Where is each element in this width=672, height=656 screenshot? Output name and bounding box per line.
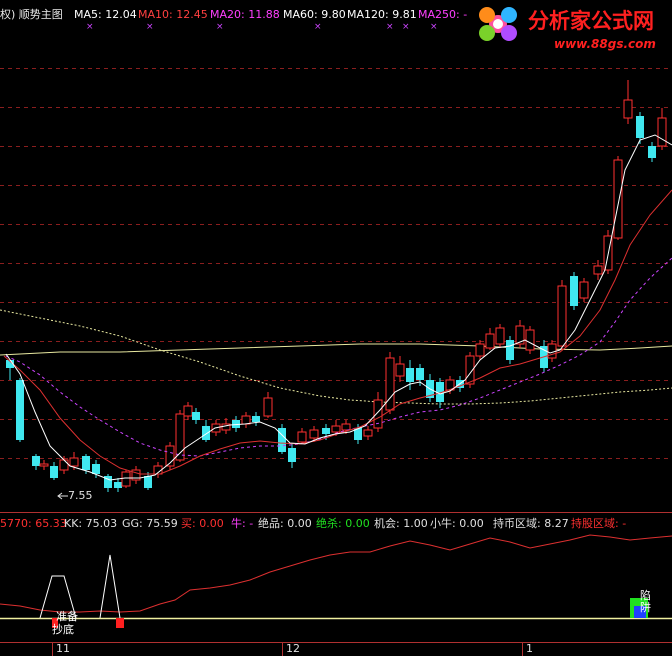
candle-body — [32, 456, 40, 466]
candle-body — [202, 426, 210, 440]
header-marker: × — [216, 22, 224, 32]
sub-indicator-curve — [0, 534, 672, 613]
candle-body — [121, 471, 131, 487]
candle-body — [59, 459, 69, 471]
candle-body — [16, 380, 24, 440]
low-price-label: 7.55 — [68, 489, 93, 502]
flower-icon — [479, 7, 517, 41]
main-header-item: 权) 顺势主图 — [0, 8, 63, 21]
sub-header-item: 小牛: 0.00 — [430, 517, 484, 530]
candle-body — [657, 117, 667, 147]
time-axis-label-2: 12 — [286, 642, 300, 655]
ma60-line — [0, 309, 672, 405]
candle-body — [547, 343, 557, 359]
sub-header-item: 买: 0.00 — [181, 517, 224, 530]
sub-header-item: 牛: - — [231, 517, 254, 530]
candle-body — [475, 343, 485, 357]
candle-body — [406, 368, 414, 382]
candle-body — [69, 457, 79, 467]
ma120-line — [0, 343, 672, 356]
candle-body — [363, 429, 373, 437]
candle-body — [579, 281, 589, 299]
sub-header-item: GG: 75.59 — [122, 517, 178, 530]
logo-title: 分析家公式网 — [528, 9, 654, 33]
sub-header-item: 绝品: 0.00 — [258, 517, 312, 530]
candle-body — [322, 428, 330, 434]
sub-header-item: KK: 75.03 — [64, 517, 118, 530]
sub-header-item: 绝杀: 0.00 — [316, 517, 370, 530]
logo-url: www.88gs.com — [554, 37, 656, 51]
candle-body — [114, 482, 122, 488]
candle-body — [648, 146, 656, 158]
sub-header-item: 持币区域: 8.27 — [493, 517, 569, 530]
candle-body — [252, 416, 260, 422]
candle-body — [309, 429, 319, 439]
candle-body — [623, 99, 633, 119]
candle-body — [183, 405, 193, 417]
header-marker: × — [314, 22, 322, 32]
sub-header-item: 5770: 65.33 — [0, 517, 67, 530]
signal-label-zhunbei: 准备 — [56, 610, 78, 623]
candle-body — [570, 276, 578, 306]
candle-body — [82, 456, 90, 470]
candle-body — [395, 363, 405, 377]
sub-header-item: 持股区域: - — [571, 517, 627, 530]
candle-body — [331, 425, 341, 433]
candle-body — [192, 412, 200, 420]
candle-body — [557, 285, 567, 347]
candle-body — [144, 476, 152, 488]
candle-body — [263, 397, 273, 417]
candle-body — [297, 431, 307, 443]
candle-body — [92, 464, 100, 474]
time-axis-label-1: 11 — [56, 642, 70, 655]
chart-stage — [0, 68, 672, 656]
sub-header-item: 机会: 1.00 — [374, 517, 428, 530]
candle-body — [50, 466, 58, 478]
signal-bar-red-2 — [116, 618, 124, 628]
candle-body — [241, 415, 251, 425]
main-header-item: MA250: - — [418, 8, 468, 21]
header-marker: × — [430, 22, 438, 32]
time-axis-label-3: 1 — [526, 642, 533, 655]
site-logo: 分析家公式网 www.88gs.com — [479, 7, 656, 51]
candle-body — [385, 357, 395, 411]
candle-body — [485, 333, 495, 349]
candle-body — [506, 340, 514, 360]
candle-body — [341, 423, 351, 431]
signal-label-chaodi: 抄底 — [52, 623, 74, 636]
candle-body — [593, 265, 603, 275]
candle-body — [525, 329, 535, 351]
candle-body — [636, 116, 644, 138]
header-marker: × — [86, 22, 94, 32]
header-marker: × — [402, 22, 410, 32]
low-price-marker — [57, 492, 68, 500]
candle-body — [416, 368, 424, 380]
signal-label-xianjing: 陷阱 — [640, 589, 651, 614]
candle-body — [495, 327, 505, 345]
header-marker: × — [146, 22, 154, 32]
candle-body — [288, 448, 296, 462]
candle-body — [613, 159, 623, 239]
candle-body — [39, 463, 49, 467]
header-marker: × — [386, 22, 394, 32]
main-grid — [0, 68, 672, 643]
sub-signal-spikes — [39, 554, 648, 628]
main-header-item: MA5: 12.04 — [74, 8, 137, 21]
candlesticks — [6, 80, 667, 492]
